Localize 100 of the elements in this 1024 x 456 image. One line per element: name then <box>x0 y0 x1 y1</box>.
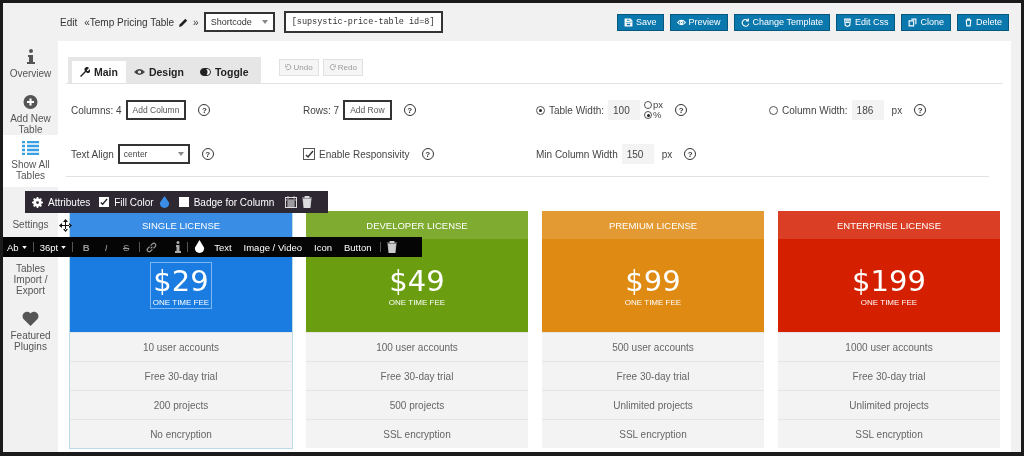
shortcode-select[interactable]: Shortcode <box>203 12 275 32</box>
insert-button[interactable]: Image / Video <box>243 241 302 253</box>
sidebar-item[interactable]: Show All Tables <box>3 135 58 187</box>
info-icon[interactable] <box>175 241 182 253</box>
move-icon[interactable] <box>59 219 72 232</box>
button-icon <box>964 17 973 27</box>
pencil-icon[interactable] <box>178 16 190 28</box>
feature-cell: No encryption <box>70 419 292 448</box>
feature-cell: Unlimited projects <box>778 390 1000 419</box>
checkbox[interactable] <box>178 197 189 207</box>
table-name: «Temp Pricing Table <box>84 16 175 28</box>
button-icon <box>740 17 750 27</box>
badge-label: Badge for Column <box>193 196 275 208</box>
sidebar-item[interactable]: Featured Plugins <box>3 299 58 359</box>
column-width-label: Column Width: <box>782 104 848 116</box>
min-column-width-field[interactable]: 150 <box>621 144 654 164</box>
toggle-icon <box>199 68 211 76</box>
add-column-button[interactable]: Add Column <box>125 100 187 120</box>
price: $49 <box>389 264 445 298</box>
shortcode-field[interactable]: [supsystic-price-table id=8] <box>283 11 443 33</box>
add-row-button[interactable]: Add Row <box>343 100 392 120</box>
trash-icon[interactable] <box>387 241 398 253</box>
eye-icon <box>133 68 145 76</box>
button-icon <box>908 17 918 27</box>
tab[interactable]: Main <box>72 61 126 83</box>
action-button[interactable]: Delete <box>957 13 1009 31</box>
text-align-select[interactable]: center <box>117 144 190 164</box>
sidebar-item[interactable]: Settings <box>3 215 58 235</box>
feature-cell: Free 30-day trial <box>542 361 764 390</box>
feature-cell: SSL encryption <box>306 419 528 448</box>
checkbox[interactable] <box>99 197 110 207</box>
insert-button[interactable]: Icon <box>314 241 332 253</box>
font-size-dropdown[interactable]: 36pt <box>39 241 67 253</box>
min-column-width-label: Min Column Width <box>536 148 618 160</box>
fee-label: ONE TIME FEE <box>152 298 210 307</box>
columns-label: Columns: 4 <box>71 104 122 116</box>
feature-cell: 1000 user accounts <box>778 332 1000 361</box>
sidebar-item[interactable]: Add New Table <box>3 89 58 135</box>
settings-icon[interactable] <box>32 196 43 208</box>
rows-label: Rows: 7 <box>303 104 340 116</box>
name-bracket: » <box>193 16 199 28</box>
action-button[interactable]: Save <box>617 13 664 31</box>
feature-cell: 500 projects <box>306 390 528 419</box>
feature-cell: Free 30-day trial <box>70 361 292 390</box>
drop-icon[interactable] <box>194 240 206 254</box>
feature-cell: 10 user accounts <box>70 332 292 361</box>
insert-button[interactable]: Text <box>214 241 232 253</box>
unit-label: px <box>661 148 673 160</box>
card-title: PREMIUM LICENSE <box>542 211 764 239</box>
attributes-label[interactable]: Attributes <box>48 196 91 208</box>
action-button[interactable]: Edit Css <box>835 13 896 31</box>
wrench-icon <box>80 67 90 77</box>
feature-cell: SSL encryption <box>542 419 764 448</box>
fee-label: ONE TIME FEE <box>860 298 918 307</box>
text-align-label: Text Align <box>71 148 114 160</box>
feature-cell: 500 user accounts <box>542 332 764 361</box>
feature-cell: Free 30-day trial <box>306 361 528 390</box>
responsivity-label: Enable Responsivity <box>319 148 410 160</box>
price: $199 <box>852 264 926 298</box>
feature-cell: 100 user accounts <box>306 332 528 361</box>
fill-color-label: Fill Color <box>114 196 154 208</box>
feature-cell: Unlimited projects <box>542 390 764 419</box>
table-width-field[interactable]: 100 <box>608 100 641 120</box>
feature-cell: Free 30-day trial <box>778 361 1000 390</box>
add-icon <box>23 95 38 109</box>
price: $29 <box>153 264 209 298</box>
trash-icon[interactable] <box>302 196 313 208</box>
unit-label: px <box>653 100 664 110</box>
insert-button[interactable]: Button <box>344 241 372 253</box>
fee-label: ONE TIME FEE <box>624 298 682 307</box>
checkbox[interactable] <box>303 148 315 160</box>
fee-label: ONE TIME FEE <box>388 298 446 307</box>
feature-cell: SSL encryption <box>778 419 1000 448</box>
format-button[interactable]: S <box>119 241 134 253</box>
table-width-label: Table Width: <box>549 104 605 116</box>
caret-icon <box>261 20 268 24</box>
caret-icon <box>177 152 184 156</box>
calendar-icon[interactable] <box>285 196 298 208</box>
history-icon <box>328 64 336 71</box>
format-button[interactable]: I <box>99 241 114 253</box>
tab[interactable]: Toggle <box>191 61 257 83</box>
text-style-dropdown[interactable]: Ab <box>7 241 27 253</box>
tab[interactable]: Design <box>125 61 192 83</box>
card-title: DEVELOPER LICENSE <box>306 211 528 239</box>
link-icon[interactable] <box>146 241 158 253</box>
history-icon <box>284 64 292 71</box>
sidebar-item[interactable]: Overview <box>3 43 58 89</box>
action-button[interactable]: Preview <box>669 13 728 31</box>
action-button[interactable]: Clone <box>901 13 951 31</box>
feature-cell: 200 projects <box>70 390 292 419</box>
card-title: ENTERPRISE LICENSE <box>778 211 1000 239</box>
action-button[interactable]: Change Template <box>733 13 830 31</box>
column-width-field[interactable]: 186 <box>851 100 884 120</box>
format-button[interactable]: B <box>79 241 94 253</box>
price: $99 <box>625 264 681 298</box>
button-icon <box>624 17 634 27</box>
sidebar-item[interactable]: Tables Import / Export <box>3 259 58 299</box>
info-icon <box>26 49 35 64</box>
caret-icon <box>61 245 67 249</box>
edit-label: Edit <box>60 16 78 28</box>
